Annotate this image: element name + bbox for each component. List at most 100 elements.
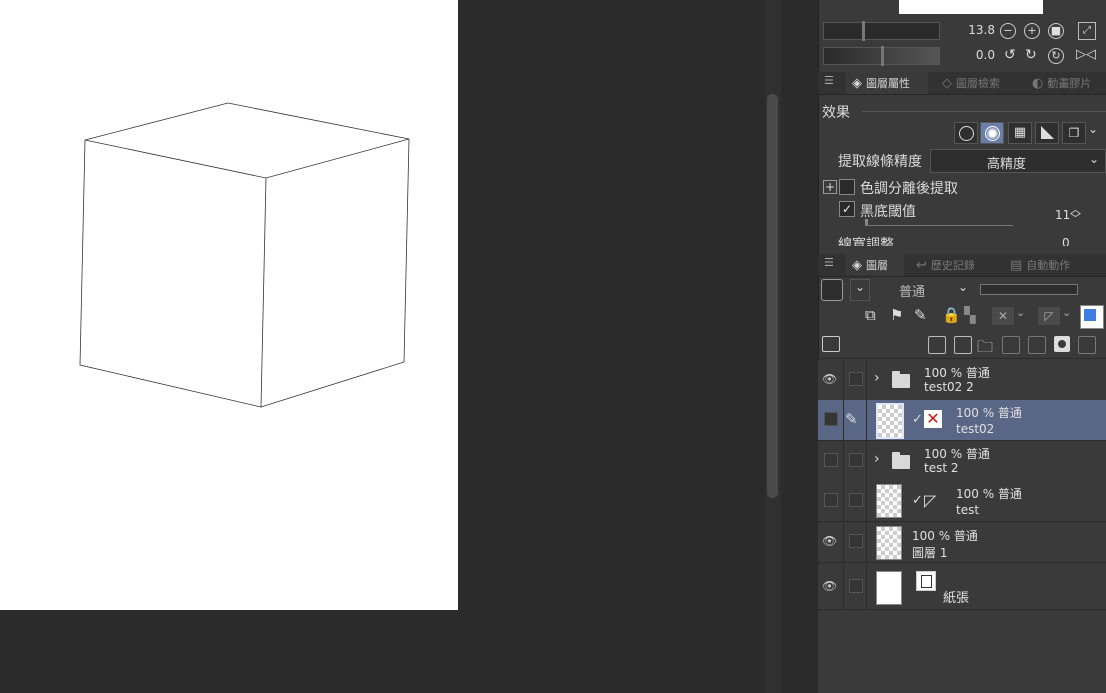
visibility-checkbox[interactable]	[824, 412, 838, 426]
zoom-in-icon[interactable]: +	[1024, 23, 1040, 39]
panel-gutter	[781, 0, 818, 693]
layer-thumbnail	[876, 403, 904, 439]
black-threshold-value: 11	[1055, 208, 1071, 222]
tone-extract-checkbox[interactable]	[839, 179, 855, 195]
layer-row[interactable]: ✓ ◸ 100 % 普通 test	[818, 481, 1106, 522]
scrollbar-thumb[interactable]	[767, 94, 778, 498]
paper-thumbnail	[876, 571, 902, 605]
more-effects-icon[interactable]: ❐	[1062, 122, 1086, 144]
draft-layer-icon[interactable]: ✎	[914, 306, 927, 324]
line-extract-effect-icon[interactable]	[980, 122, 1004, 144]
clip-layer-icon[interactable]: ⧉	[865, 306, 876, 324]
ruler-icon[interactable]: ◸	[1038, 307, 1060, 325]
expand-plus-icon[interactable]: +	[823, 180, 837, 194]
layer-row[interactable]: › 100 % 普通 test 2	[818, 441, 1106, 482]
checkmark-icon: ✓	[912, 412, 923, 427]
reference-layer-icon[interactable]: ⚑	[890, 306, 903, 324]
flip-horizontal-icon[interactable]: ▷◁	[1076, 47, 1096, 62]
stop-icon[interactable]: ■	[1048, 23, 1064, 39]
new-raster-layer-icon[interactable]	[928, 336, 946, 354]
disabled-mask-icon[interactable]: ✕	[924, 410, 942, 428]
tab-layer-property[interactable]: ◈ 圖層屬性	[846, 72, 928, 94]
line-width-label: 線寬調整	[838, 237, 894, 246]
layer-color-swatch[interactable]	[821, 279, 843, 301]
layer-list-icon[interactable]	[822, 336, 840, 352]
lock-icon[interactable]: 🔒	[942, 306, 961, 324]
pencil-icon[interactable]: ✎	[845, 410, 858, 428]
eye-icon[interactable]: 👁	[822, 372, 837, 386]
lock-checkbox[interactable]	[849, 579, 863, 593]
chevron-down-icon[interactable]: ⌄	[1062, 306, 1071, 319]
zoom-slider[interactable]	[823, 21, 940, 41]
chevron-right-icon[interactable]: ›	[874, 370, 880, 386]
layer-name: test 2	[924, 461, 959, 475]
rotate-value: 0.0	[975, 48, 995, 62]
layer-mode: 100 % 普通	[912, 529, 978, 543]
tab-animation-cels[interactable]: ◐ 動畫膠片	[1024, 72, 1106, 94]
visibility-checkbox[interactable]	[824, 453, 838, 467]
spinner-icon[interactable]: ︿ ﹀	[1070, 204, 1081, 224]
layer-mode: 100 % 普通	[924, 447, 990, 461]
tab-history[interactable]: ↩ 歷史記錄	[910, 254, 1000, 276]
layer-thumbnail	[876, 526, 902, 560]
layers-icon: ◈	[852, 258, 862, 273]
line-precision-label: 提取線條精度	[838, 154, 922, 170]
line-precision-dropdown[interactable]: 高精度 ⌄	[930, 149, 1106, 173]
layer-row[interactable]: 👁 紙張	[818, 565, 1106, 610]
panel-menu-icon[interactable]: ☰	[824, 74, 834, 87]
opacity-slider[interactable]	[980, 284, 1078, 295]
chevron-down-icon[interactable]: ⌄	[850, 279, 870, 301]
folder-icon	[892, 371, 910, 388]
property-tab-bar: ☰ ◈ 圖層屬性 ◇ 圖層檢索 ◐ 動畫膠片	[818, 72, 1106, 95]
rotate-slider[interactable]	[823, 46, 940, 66]
navigator-preview[interactable]	[899, 0, 1043, 14]
black-threshold-checkbox[interactable]: ✓	[839, 201, 855, 217]
lock-checkbox[interactable]	[849, 493, 863, 507]
layer-list-empty-area[interactable]	[818, 610, 1106, 693]
paper-icon	[916, 571, 936, 591]
tab-layer-search[interactable]: ◇ 圖層檢索	[934, 72, 1018, 94]
layer-mode: 100 % 普通	[924, 366, 990, 380]
black-threshold-slider[interactable]	[865, 219, 1013, 226]
chevron-down-icon[interactable]: ⌄	[1016, 306, 1025, 319]
layer-color-effect-icon[interactable]	[1035, 122, 1059, 144]
eye-icon[interactable]: 👁	[822, 534, 837, 548]
tone-effect-icon[interactable]: ▦	[1008, 122, 1032, 144]
tab-auto-action[interactable]: ▤ 自動動作	[1004, 254, 1102, 276]
panel-menu-icon[interactable]: ☰	[824, 256, 834, 269]
rotate-left-icon[interactable]: ↺	[1004, 47, 1016, 63]
layer-row[interactable]: 👁 › 100 % 普通 test02 2	[818, 360, 1106, 401]
delete-layer-icon[interactable]	[1078, 336, 1096, 354]
tab-layer[interactable]: ◈ 圖層	[846, 254, 904, 276]
border-effect-icon[interactable]	[954, 122, 978, 144]
layer-name: test02	[956, 422, 995, 436]
merge-down-icon[interactable]	[1028, 336, 1046, 354]
mask-layer-icon[interactable]	[1054, 336, 1070, 352]
lock-checkbox[interactable]	[849, 372, 863, 386]
rotate-right-icon[interactable]: ↻	[1025, 47, 1037, 63]
layer-mode: 100 % 普通	[956, 487, 1022, 501]
lock-checkbox[interactable]	[849, 534, 863, 548]
ruler-layer-icon[interactable]: ◸	[924, 491, 936, 510]
zoom-out-icon[interactable]: −	[1000, 23, 1016, 39]
layer-row[interactable]: 👁 100 % 普通 圖層 1	[818, 522, 1106, 563]
lock-checkbox[interactable]	[849, 453, 863, 467]
layer-tab-bar: ☰ ◈ 圖層 ↩ 歷史記錄 ▤ 自動動作	[818, 254, 1106, 277]
fit-window-icon[interactable]: ⤢	[1078, 22, 1096, 40]
tone-extract-label: 色調分離後提取	[860, 181, 958, 197]
chevron-down-icon[interactable]: ⌄	[1088, 122, 1098, 136]
layer-name: test02 2	[924, 380, 974, 394]
lock-transparent-icon[interactable]: ▚	[964, 306, 976, 324]
transfer-down-icon[interactable]	[1002, 336, 1020, 354]
eye-icon[interactable]: 👁	[822, 579, 837, 593]
blend-mode-dropdown[interactable]: 普通 ⌄	[874, 279, 972, 300]
chevron-right-icon[interactable]: ›	[874, 451, 880, 467]
canvas-paper[interactable]	[0, 0, 458, 610]
new-vector-layer-icon[interactable]	[954, 336, 972, 354]
chevron-down-icon: ⌄	[1088, 152, 1099, 166]
layer-row[interactable]: ✎ ✓ ✕ 100 % 普通 test02	[818, 400, 1106, 441]
visibility-checkbox[interactable]	[824, 493, 838, 507]
mask-icon[interactable]: ✕	[992, 307, 1014, 325]
layer-color-icon[interactable]	[1080, 305, 1104, 329]
reset-rotation-icon[interactable]: ↻	[1048, 48, 1064, 64]
